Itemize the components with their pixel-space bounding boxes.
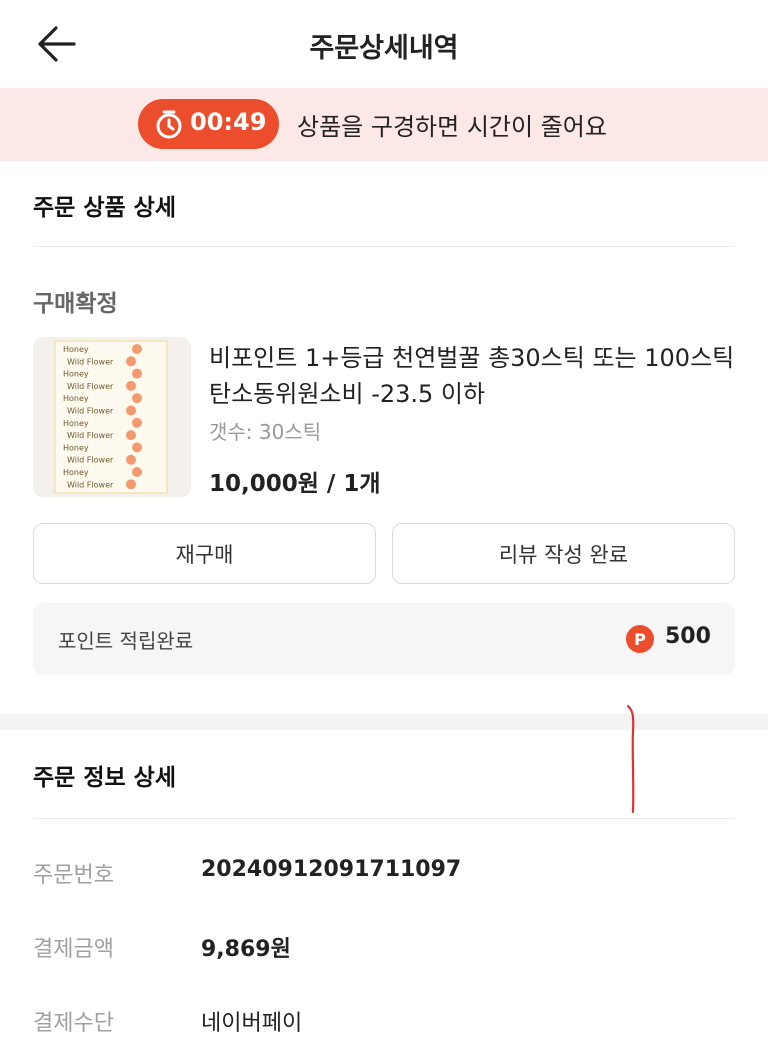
header-bar: 주문상세내역	[0, 0, 768, 88]
thumb-label: Wild Flower	[67, 480, 114, 489]
thumb-label: Wild Flower	[67, 456, 114, 465]
order-number-value: 20240912091711097	[201, 857, 462, 882]
thumb-label: Wild Flower	[67, 382, 114, 391]
points-value: 500	[665, 624, 711, 649]
review-done-button[interactable]: 리뷰 작성 완료	[392, 523, 735, 584]
thumb-label: Honey	[63, 468, 89, 477]
payment-method-label: 결제수단	[33, 1011, 114, 1036]
point-coin-icon: P	[626, 625, 654, 653]
thumb-label: Honey	[63, 443, 89, 452]
divider	[33, 246, 735, 247]
product-section-title: 주문 상품 상세	[33, 195, 176, 221]
thumb-label: Wild Flower	[67, 407, 114, 416]
page-title: 주문상세내역	[309, 33, 459, 64]
points-label: 포인트 적립완료	[58, 629, 194, 653]
order-status: 구매확정	[33, 291, 118, 317]
red-pen-mark	[626, 704, 635, 814]
thumb-label: Honey	[63, 370, 89, 379]
order-number-label: 주문번호	[33, 863, 114, 888]
product-price: 10,000원 / 1개	[209, 471, 381, 497]
honey-stick-image: Honey Wild Flower Honey Wild Flower Honey Wil…	[33, 337, 191, 497]
section-separator	[0, 714, 768, 730]
thumb-label: Honey	[63, 419, 89, 428]
payment-amount-value: 9,869원	[201, 937, 291, 962]
thumb-label: Wild Flower	[67, 357, 114, 366]
product-option: 갯수: 30스틱	[209, 420, 322, 444]
stopwatch-icon	[156, 110, 182, 139]
payment-method-value: 네이버페이	[201, 1011, 303, 1036]
payment-amount-label: 결제금액	[33, 937, 114, 962]
timer-message: 상품을 구경하면 시간이 줄어요	[297, 113, 607, 141]
timer-value: 00:49	[190, 108, 267, 136]
thumb-label: Wild Flower	[67, 431, 114, 440]
thumb-label: Honey	[63, 394, 89, 403]
thumb-label: Honey	[63, 345, 89, 354]
rebuy-button[interactable]: 재구매	[33, 523, 376, 584]
product-thumbnail[interactable]: Honey Wild Flower Honey Wild Flower Honey Wil…	[33, 337, 191, 497]
order-section-title: 주문 정보 상세	[33, 765, 176, 791]
product-name[interactable]: 비포인트 1+등급 천연벌꿀 총30스틱 또는 100스틱 탄소동위원소비 -2…	[209, 340, 739, 412]
